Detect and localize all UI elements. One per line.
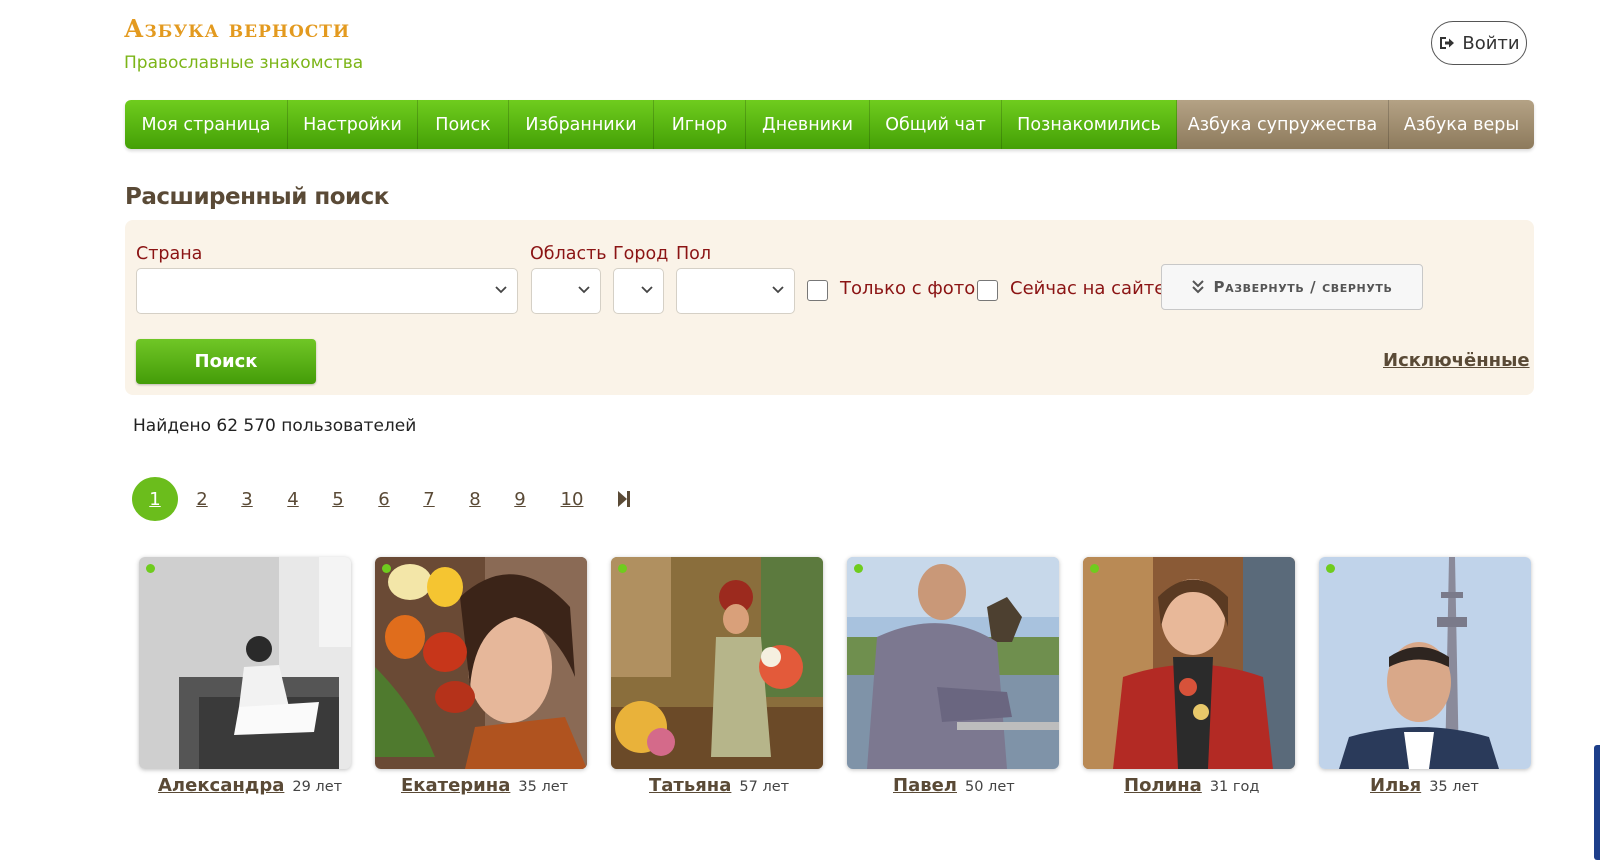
profile-photo-ekaterina[interactable] <box>375 557 587 769</box>
profile-age: 31 год <box>1209 779 1260 795</box>
page-5[interactable]: 5 <box>330 477 346 521</box>
region-label: Область <box>530 244 607 264</box>
online-indicator <box>146 564 155 573</box>
profile-caption-tatiana: Татьяна 57 лет <box>649 775 789 796</box>
online-now-label: Сейчас на сайте <box>1010 278 1166 299</box>
gender-select[interactable] <box>676 268 795 314</box>
results-count: Найдено 62 570 пользователей <box>133 416 417 436</box>
photo-only-checkbox[interactable] <box>807 280 828 301</box>
online-indicator <box>1326 564 1335 573</box>
nav-faith-abc[interactable]: Азбука веры <box>1389 100 1534 149</box>
site-logo[interactable]: Азбука верности Православные знакомства <box>124 14 363 73</box>
skip-to-last-icon[interactable] <box>616 490 632 508</box>
profile-photo-image <box>139 557 351 769</box>
profile-photo-aleksandra[interactable] <box>139 557 351 769</box>
profile-caption-aleksandra: Александра 29 лет <box>158 775 342 796</box>
page-10[interactable]: 10 <box>559 477 585 521</box>
country-label: Страна <box>136 244 203 264</box>
profile-photo-polina[interactable] <box>1083 557 1295 769</box>
double-chevron-down-icon <box>1191 280 1204 294</box>
profile-name-link[interactable]: Илья <box>1370 775 1421 796</box>
profile-caption-polina: Полина 31 год <box>1124 775 1259 796</box>
profile-photo-image <box>847 557 1059 769</box>
sign-in-icon <box>1440 37 1455 49</box>
profile-name-link[interactable]: Полина <box>1124 775 1202 796</box>
nav-diaries[interactable]: Дневники <box>746 100 870 149</box>
photo-only-label: Только с фото <box>840 278 976 299</box>
profile-age: 57 лет <box>739 779 790 795</box>
profile-name-link[interactable]: Александра <box>158 775 284 796</box>
page-9[interactable]: 9 <box>512 477 528 521</box>
nav-ignore[interactable]: Игнор <box>654 100 746 149</box>
logo-subtitle: Православные знакомства <box>124 53 364 73</box>
profile-name-link[interactable]: Павел <box>893 775 957 796</box>
expand-collapse-label: Развернуть / свернуть <box>1213 278 1393 296</box>
profile-photo-image <box>1083 557 1295 769</box>
profile-age: 29 лет <box>292 779 343 795</box>
nav-search[interactable]: Поиск <box>418 100 509 149</box>
city-select[interactable] <box>613 268 664 314</box>
login-label: Войти <box>1462 32 1520 54</box>
gender-label: Пол <box>676 244 712 264</box>
profile-photo-image <box>611 557 823 769</box>
chevron-down-icon <box>495 286 507 294</box>
profile-caption-pavel: Павел 50 лет <box>893 775 1015 796</box>
nav-my-page[interactable]: Моя страница <box>125 100 288 149</box>
country-select[interactable] <box>136 268 518 314</box>
profile-age: 35 лет <box>1429 779 1479 795</box>
profile-age: 35 лет <box>518 779 569 795</box>
logo-title: Азбука верности <box>124 14 351 43</box>
nav-favorites[interactable]: Избранники <box>509 100 654 149</box>
region-select[interactable] <box>531 268 601 314</box>
page-6[interactable]: 6 <box>376 477 392 521</box>
nav-met[interactable]: Познакомились <box>1002 100 1177 149</box>
profile-photo-image <box>375 557 587 769</box>
page-4[interactable]: 4 <box>285 477 301 521</box>
main-nav: Моя страница Настройки Поиск Избранники … <box>125 100 1534 149</box>
profile-photo-tatiana[interactable] <box>611 557 823 769</box>
chevron-down-icon <box>578 286 590 294</box>
search-button[interactable]: Поиск <box>136 339 316 384</box>
page-7[interactable]: 7 <box>421 477 437 521</box>
profile-caption-ilya: Илья 35 лет <box>1370 775 1479 796</box>
profile-name-link[interactable]: Татьяна <box>649 775 731 796</box>
online-indicator <box>382 564 391 573</box>
nav-settings[interactable]: Настройки <box>288 100 418 149</box>
online-indicator <box>618 564 627 573</box>
profile-age: 50 лет <box>965 779 1015 795</box>
city-label: Город <box>613 244 669 264</box>
excluded-link[interactable]: Исключённые <box>1383 350 1530 371</box>
login-button[interactable]: Войти <box>1431 21 1527 65</box>
nav-marriage-abc[interactable]: Азбука супружества <box>1177 100 1389 149</box>
nav-general-chat[interactable]: Общий чат <box>870 100 1002 149</box>
profile-caption-ekaterina: Екатерина 35 лет <box>401 775 568 796</box>
profile-photo-image <box>1319 557 1531 769</box>
edge-widget <box>1594 745 1600 860</box>
chevron-down-icon <box>641 286 653 294</box>
expand-collapse-button[interactable]: Развернуть / свернуть <box>1161 264 1423 310</box>
online-indicator <box>1090 564 1099 573</box>
page-8[interactable]: 8 <box>467 477 483 521</box>
page-1[interactable]: 1 <box>132 477 178 521</box>
page-title: Расширенный поиск <box>125 184 389 210</box>
online-now-checkbox[interactable] <box>977 280 998 301</box>
online-indicator <box>854 564 863 573</box>
chevron-down-icon <box>772 286 784 294</box>
profile-name-link[interactable]: Екатерина <box>401 775 510 796</box>
page-2[interactable]: 2 <box>194 477 210 521</box>
profile-photo-pavel[interactable] <box>847 557 1059 769</box>
profile-photo-ilya[interactable] <box>1319 557 1531 769</box>
page-3[interactable]: 3 <box>239 477 255 521</box>
